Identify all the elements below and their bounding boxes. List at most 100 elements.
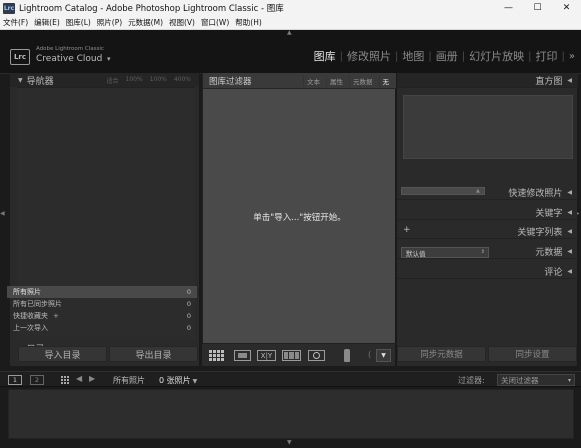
comments-title: 评论: [544, 267, 563, 278]
window-controls: — ☐ ✕: [494, 0, 581, 16]
collapse-triangle-icon: ◀: [567, 208, 572, 216]
filter-attribute[interactable]: 属性: [326, 75, 346, 87]
module-map[interactable]: 地图: [398, 48, 428, 64]
identity-plate-text[interactable]: Creative Cloud: [36, 54, 102, 64]
menu-file[interactable]: 文件(F): [0, 17, 31, 28]
module-print[interactable]: 打印: [532, 48, 562, 64]
menu-bar: 文件(F) 编辑(E) 图库(L) 照片(P) 元数据(M) 视图(V) 窗口(…: [0, 16, 581, 30]
people-view-icon[interactable]: [308, 350, 325, 361]
catalog-row-synced-photos[interactable]: 所有已同步照片 0: [7, 298, 197, 310]
right-panel-buttons: 同步元数据 同步设置: [397, 346, 577, 362]
quick-develop-title: 快速修改照片: [508, 188, 563, 199]
add-keyword-plus-icon[interactable]: +: [403, 225, 411, 235]
identity-dropdown-icon[interactable]: ▾: [107, 55, 111, 63]
maximize-button[interactable]: ☐: [523, 0, 552, 16]
filmstrip-toggle-icon[interactable]: ▼: [287, 439, 292, 446]
close-button[interactable]: ✕: [552, 0, 581, 16]
quick-collection-plus-icon: +: [53, 312, 59, 320]
back-arrow-icon[interactable]: ◀: [76, 374, 82, 383]
loupe-view-icon[interactable]: [234, 350, 251, 361]
filmstrip-filter-select[interactable]: 关闭过滤器 ▾: [497, 374, 575, 386]
catalog-row-count: 0: [186, 324, 191, 332]
histogram-display: [403, 95, 573, 159]
grid-view-area[interactable]: 图库过滤器 文本 属性 元数据 无 单击"导入..."按钮开始。: [202, 73, 396, 343]
main-window-monitor-icon[interactable]: 1: [8, 375, 22, 385]
menu-library[interactable]: 图库(L): [63, 17, 94, 28]
module-separator: |: [561, 50, 565, 62]
metadata-preset-select[interactable]: 默认值 ⇕: [401, 247, 489, 258]
identity-product-name: Adobe Lightroom Classic: [36, 46, 104, 52]
zoom-100-alt[interactable]: 100%: [150, 76, 167, 85]
forward-arrow-icon[interactable]: ▶: [89, 374, 95, 383]
import-hint-text: 单击"导入..."按钮开始。: [253, 213, 346, 223]
import-button[interactable]: 导入目录: [18, 346, 107, 362]
module-library[interactable]: 图库: [310, 48, 340, 64]
catalog-row-label: 所有照片: [13, 288, 41, 296]
menu-help[interactable]: 帮助(H): [232, 17, 265, 28]
module-slideshow[interactable]: 幻灯片放映: [465, 48, 528, 64]
navigator-zoom-options: 适合 100% 100% 400%: [107, 76, 191, 85]
source-dropdown-icon: ▼: [192, 378, 198, 385]
keywording-header[interactable]: 关键字 ◀: [397, 205, 578, 220]
compare-view-icon[interactable]: X|Y: [257, 350, 276, 361]
catalog-row-all-photos[interactable]: 所有照片 0: [7, 286, 197, 298]
module-develop[interactable]: 修改照片: [343, 48, 395, 64]
navigator-header[interactable]: ▼ 导航器 适合 100% 100% 400%: [10, 73, 199, 87]
right-panel: 直方图 ◀ ▲ 快速修改照片 ◀ 关键字 ◀ + 关键字列表 ◀ 元数据 ◀ 默…: [396, 73, 578, 366]
painter-spray-icon[interactable]: [344, 349, 350, 362]
survey-view-icon[interactable]: [282, 350, 301, 361]
collapse-triangle-icon: ◀: [567, 76, 572, 84]
collapse-triangle-icon: ▼: [18, 76, 23, 84]
left-panel-toggle-icon[interactable]: ◀: [0, 210, 5, 217]
menu-view[interactable]: 视图(V): [166, 17, 198, 28]
grid-view-small-icon[interactable]: [61, 376, 69, 384]
catalog-row-label: 快捷收藏夹: [13, 312, 48, 320]
menu-window[interactable]: 窗口(W): [198, 17, 232, 28]
filter-metadata[interactable]: 元数据: [349, 75, 376, 87]
sync-metadata-button[interactable]: 同步元数据: [397, 346, 486, 362]
window-title-bar: Lrc Lightroom Catalog - Adobe Photoshop …: [0, 0, 581, 16]
menu-photo[interactable]: 照片(P): [94, 17, 125, 28]
keyword-list-header[interactable]: + 关键字列表 ◀: [397, 224, 578, 239]
toolbar-options-dropdown-icon[interactable]: ▼: [376, 349, 391, 362]
zoom-fit[interactable]: 适合: [107, 76, 119, 85]
catalog-row-count: 0: [186, 288, 191, 296]
catalog-list: 所有照片 0 所有已同步照片 0 快捷收藏夹 + 0 上一次导入 0: [7, 286, 197, 334]
zoom-400[interactable]: 400%: [174, 76, 191, 85]
navigator-title: 导航器: [26, 76, 54, 87]
sync-settings-button[interactable]: 同步设置: [488, 346, 577, 362]
quick-develop-header[interactable]: 快速修改照片 ◀: [397, 185, 578, 200]
more-modules-icon[interactable]: »: [569, 51, 575, 62]
histogram-title: 直方图: [535, 76, 563, 87]
catalog-row-quick-collection[interactable]: 快捷收藏夹 + 0: [7, 310, 197, 322]
secondary-window-monitor-icon[interactable]: 2: [30, 375, 44, 385]
export-button[interactable]: 导出目录: [109, 346, 198, 362]
module-picker: 图库 | 修改照片 | 地图 | 画册 | 幻灯片放映 | 打印 | »: [310, 48, 575, 64]
keyword-list-title: 关键字列表: [517, 227, 563, 238]
comments-header[interactable]: 评论 ◀: [397, 264, 578, 279]
menu-metadata[interactable]: 元数据(M): [125, 17, 166, 28]
collapse-triangle-icon: ◀: [567, 227, 572, 235]
grid-view-icon[interactable]: [209, 350, 226, 361]
menu-edit[interactable]: 编辑(E): [31, 17, 63, 28]
dropdown-arrow-icon: ▾: [567, 377, 571, 384]
histogram-header[interactable]: 直方图 ◀: [397, 73, 578, 88]
filter-none[interactable]: 无: [378, 75, 393, 87]
metadata-preset-value: 默认值: [406, 249, 426, 258]
photo-count-text: 0 张照片: [159, 376, 191, 385]
catalog-row-previous-import[interactable]: 上一次导入 0: [7, 322, 197, 334]
zoom-100[interactable]: 100%: [126, 76, 143, 85]
filter-text[interactable]: 文本: [303, 75, 323, 87]
collapse-triangle-icon: ◀: [567, 188, 572, 196]
filmstrip-bar: 1 2 ◀ ▶ 所有照片 0 张照片 ▼ 过滤器: 关闭过滤器 ▾: [0, 371, 581, 387]
top-panel-toggle-icon[interactable]: ▲: [287, 29, 292, 36]
filmstrip[interactable]: [8, 389, 574, 439]
module-book[interactable]: 画册: [432, 48, 462, 64]
filmstrip-source-label[interactable]: 所有照片: [113, 375, 145, 386]
collapse-triangle-icon: ◀: [567, 267, 572, 275]
filmstrip-photo-count[interactable]: 0 张照片 ▼: [159, 375, 197, 386]
collapse-triangle-icon: ◀: [567, 247, 572, 255]
minimize-button[interactable]: —: [494, 0, 523, 16]
catalog-row-count: 0: [186, 312, 191, 320]
filter-options: 文本 属性 元数据 无: [303, 75, 392, 87]
